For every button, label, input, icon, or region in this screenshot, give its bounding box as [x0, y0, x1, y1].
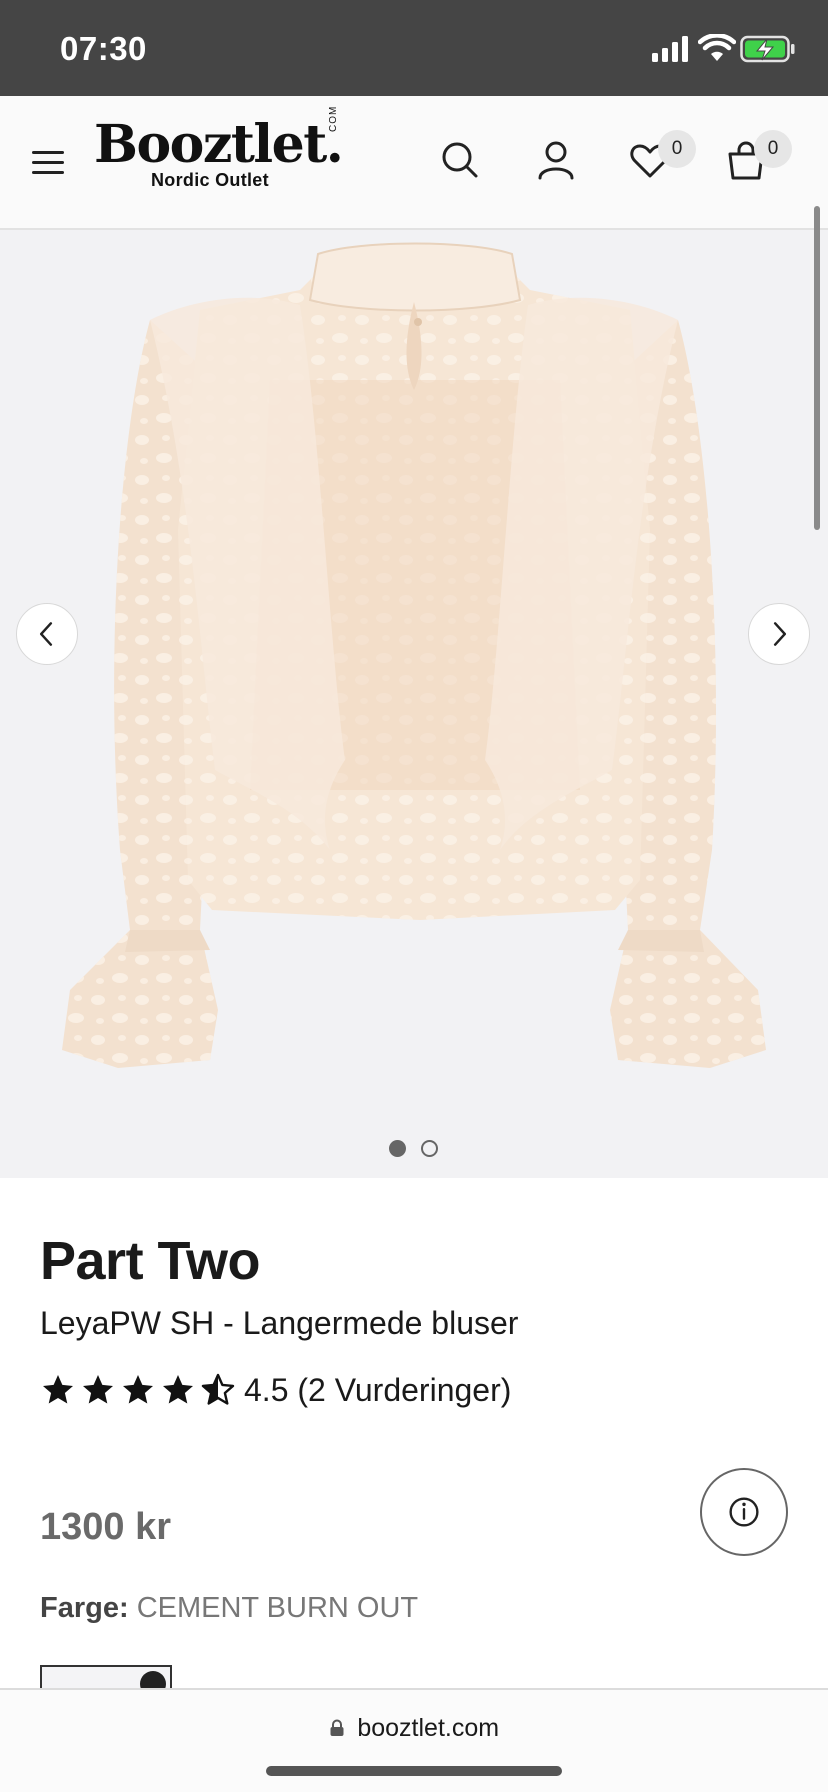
star-full-icon — [83, 1375, 113, 1404]
gallery-dot-2[interactable] — [421, 1140, 438, 1157]
info-icon — [729, 1497, 759, 1527]
chevron-left-icon — [39, 622, 53, 646]
cart-count-badge: 0 — [754, 130, 792, 168]
lock-icon — [330, 1719, 344, 1736]
color-label: Farge: — [40, 1592, 129, 1624]
gallery-dot-1[interactable] — [389, 1140, 406, 1157]
browser-url: booztlet.com — [357, 1714, 500, 1742]
logo-tagline: Nordic Outlet — [151, 170, 269, 190]
chevron-right-icon — [773, 622, 787, 646]
logo-com: COM — [328, 105, 339, 132]
gallery-prev-button[interactable] — [16, 603, 78, 665]
page: 07:30 Booztlet. COM Nordic Outlet 0 0 Pa… — [0, 0, 828, 1792]
gallery-pagination — [388, 1140, 440, 1160]
star-full-icon — [163, 1375, 193, 1404]
search-icon[interactable] — [438, 138, 482, 182]
account-icon[interactable] — [534, 138, 578, 182]
star-full-icon — [123, 1375, 153, 1404]
product-color: Farge: CEMENT BURN OUT — [40, 1592, 418, 1625]
gallery-next-button[interactable] — [748, 603, 810, 665]
star-full-icon — [43, 1375, 73, 1404]
site-header: Booztlet. COM Nordic Outlet 0 0 — [0, 96, 828, 230]
status-time: 07:30 — [60, 30, 147, 67]
logo-wordmark: Booztlet. — [94, 114, 344, 175]
booztlet-logo[interactable]: Booztlet. COM Nordic Outlet — [94, 106, 344, 194]
home-indicator[interactable] — [266, 1766, 562, 1776]
browser-address-bar[interactable]: booztlet.com — [0, 1688, 828, 1792]
product-rating[interactable]: 4.5 (2 Vurderinger) — [40, 1370, 511, 1410]
wishlist-count-badge: 0 — [658, 130, 696, 168]
rating-stars — [40, 1372, 236, 1408]
product-image-gallery[interactable] — [0, 230, 828, 1178]
star-half-icon — [201, 1373, 235, 1405]
status-bar: 07:30 — [0, 0, 828, 96]
cellular-signal-icon — [652, 36, 688, 62]
product-name: LeyaPW SH - Langermede bluser — [40, 1305, 519, 1341]
price-info-button[interactable] — [700, 1468, 788, 1556]
wifi-icon — [698, 34, 736, 61]
color-value: CEMENT BURN OUT — [136, 1592, 419, 1624]
rating-text: 4.5 (2 Vurderinger) — [244, 1371, 512, 1408]
product-brand[interactable]: Part Two — [40, 1230, 261, 1292]
battery-charging-icon — [740, 35, 795, 63]
menu-icon[interactable] — [32, 151, 64, 175]
product-image — [62, 242, 766, 1068]
product-price: 1300 kr — [40, 1506, 172, 1548]
page-scrollbar[interactable] — [814, 206, 820, 530]
